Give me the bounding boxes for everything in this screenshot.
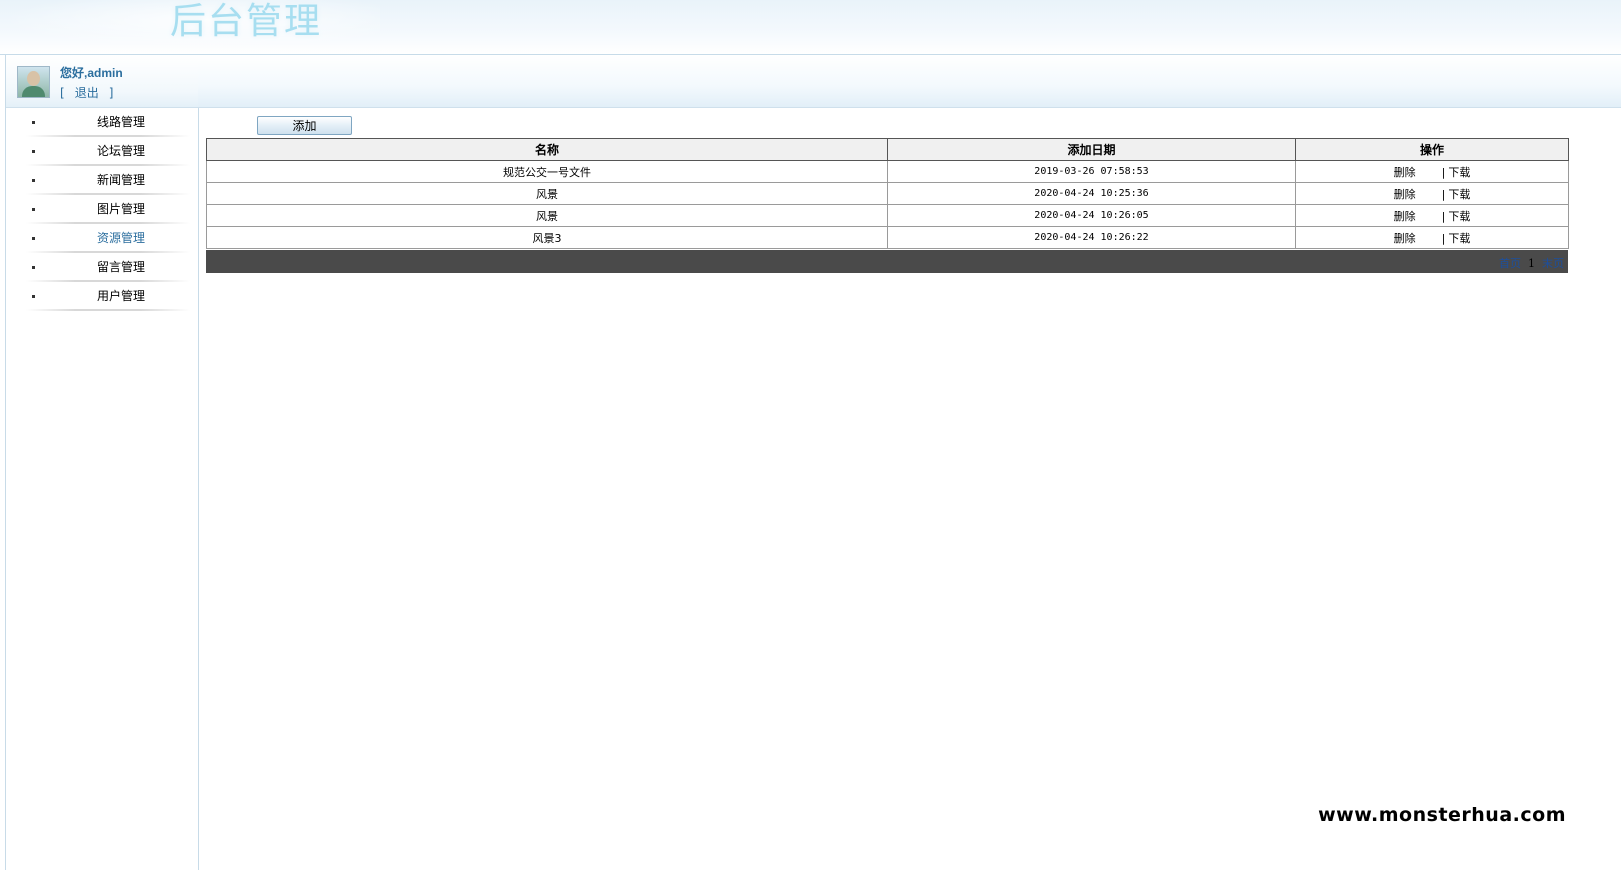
sidebar-item-news[interactable]: 新闻管理 [6, 166, 198, 195]
cell-actions: 删除 | 下载 [1295, 182, 1569, 205]
sidebar-item-label: 论坛管理 [97, 144, 146, 158]
cell-date: 2020-04-24 10:26:05 [887, 204, 1296, 227]
cell-name: 风景 [206, 204, 888, 227]
user-panel: 您好,admin [ 退出] [6, 55, 198, 108]
cell-actions: 删除 | 下载 [1295, 226, 1569, 249]
avatar-head-icon [27, 71, 40, 86]
bullet-icon [32, 179, 35, 182]
pager-bar: 首页 1 末页 [206, 250, 1568, 273]
cell-actions: 删除 | 下载 [1295, 160, 1569, 183]
bullet-icon [32, 237, 35, 240]
table-row: 风景 2020-04-24 10:25:36 删除 | 下载 [206, 182, 1569, 205]
delete-link[interactable]: 删除 [1394, 188, 1416, 201]
cell-name: 风景 [206, 182, 888, 205]
first-page-link[interactable]: 首页 [1499, 257, 1521, 270]
sidebar-item-resources[interactable]: 资源管理 [6, 224, 198, 253]
cell-actions: 删除 | 下载 [1295, 204, 1569, 227]
logout-line: [ 退出] [60, 84, 113, 101]
bullet-icon [32, 150, 35, 153]
sidebar-item-label: 用户管理 [97, 289, 146, 303]
sidebar-item-routes[interactable]: 线路管理 [6, 108, 198, 137]
cell-date: 2019-03-26 07:58:53 [887, 160, 1296, 183]
action-separator: | [1441, 231, 1446, 245]
bracket-close: ] [108, 86, 114, 100]
current-page-number: 1 [1528, 257, 1535, 270]
column-header-date: 添加日期 [887, 138, 1296, 161]
sidebar-item-label: 新闻管理 [97, 173, 146, 187]
column-header-name: 名称 [206, 138, 888, 161]
delete-link[interactable]: 删除 [1394, 166, 1416, 179]
pager: 首页 1 末页 [1499, 255, 1564, 271]
bracket-open: [ [60, 86, 65, 100]
cell-date: 2020-04-24 10:26:22 [887, 226, 1296, 249]
action-separator: | [1441, 187, 1446, 201]
download-link[interactable]: 下载 [1448, 166, 1470, 179]
admin-page: 后台管理 您好,admin [退出] 线路管理 论坛管理 新闻管理 图片管理 资… [0, 0, 1621, 870]
table-row: 风景3 2020-04-24 10:26:22 删除 | 下载 [206, 226, 1569, 249]
sidebar-item-images[interactable]: 图片管理 [6, 195, 198, 224]
main-header-strip [198, 55, 1621, 108]
cell-name: 规范公交一号文件 [206, 160, 888, 183]
action-separator: | [1441, 165, 1446, 179]
last-page-link[interactable]: 末页 [1542, 257, 1564, 270]
sidebar-item-label: 资源管理 [97, 231, 146, 245]
bullet-icon [32, 121, 35, 124]
sidebar: 您好,admin [ 退出] 线路管理 论坛管理 新闻管理 图片管理 资源管理 留… [5, 55, 199, 870]
sidebar-item-label: 线路管理 [97, 115, 146, 129]
watermark-text: www.monsterhua.com [1318, 804, 1566, 826]
download-link[interactable]: 下载 [1448, 232, 1470, 245]
download-link[interactable]: 下载 [1448, 188, 1470, 201]
sidebar-nav: 线路管理 论坛管理 新闻管理 图片管理 资源管理 留言管理 用户管理 [6, 108, 198, 311]
table-header-row: 名称 添加日期 操作 [206, 138, 1569, 161]
sidebar-item-users[interactable]: 用户管理 [6, 282, 198, 311]
sidebar-item-label: 图片管理 [97, 202, 146, 216]
delete-link[interactable]: 删除 [1394, 232, 1416, 245]
cell-date: 2020-04-24 10:25:36 [887, 182, 1296, 205]
bullet-icon [32, 295, 35, 298]
logout-link[interactable]: 退出 [75, 86, 99, 100]
avatar [17, 66, 50, 98]
sidebar-item-forum[interactable]: 论坛管理 [6, 137, 198, 166]
download-link[interactable]: 下载 [1448, 210, 1470, 223]
add-button[interactable]: 添加 [257, 116, 352, 135]
delete-link[interactable]: 删除 [1394, 210, 1416, 223]
user-greeting: 您好,admin [60, 66, 123, 80]
column-header-actions: 操作 [1295, 138, 1569, 161]
bullet-icon [32, 266, 35, 269]
sidebar-item-label: 留言管理 [97, 260, 146, 274]
page-title: 后台管理 [170, 1, 323, 42]
table-row: 风景 2020-04-24 10:26:05 删除 | 下载 [206, 204, 1569, 227]
bullet-icon [32, 208, 35, 211]
resource-table: 名称 添加日期 操作 规范公交一号文件 2019-03-26 07:58:53 … [206, 138, 1569, 249]
sidebar-item-messages[interactable]: 留言管理 [6, 253, 198, 282]
cell-name: 风景3 [206, 226, 888, 249]
table-row: 规范公交一号文件 2019-03-26 07:58:53 删除 | 下载 [206, 160, 1569, 183]
action-separator: | [1441, 209, 1446, 223]
top-banner: 后台管理 [0, 0, 1621, 55]
avatar-body-icon [22, 86, 45, 97]
